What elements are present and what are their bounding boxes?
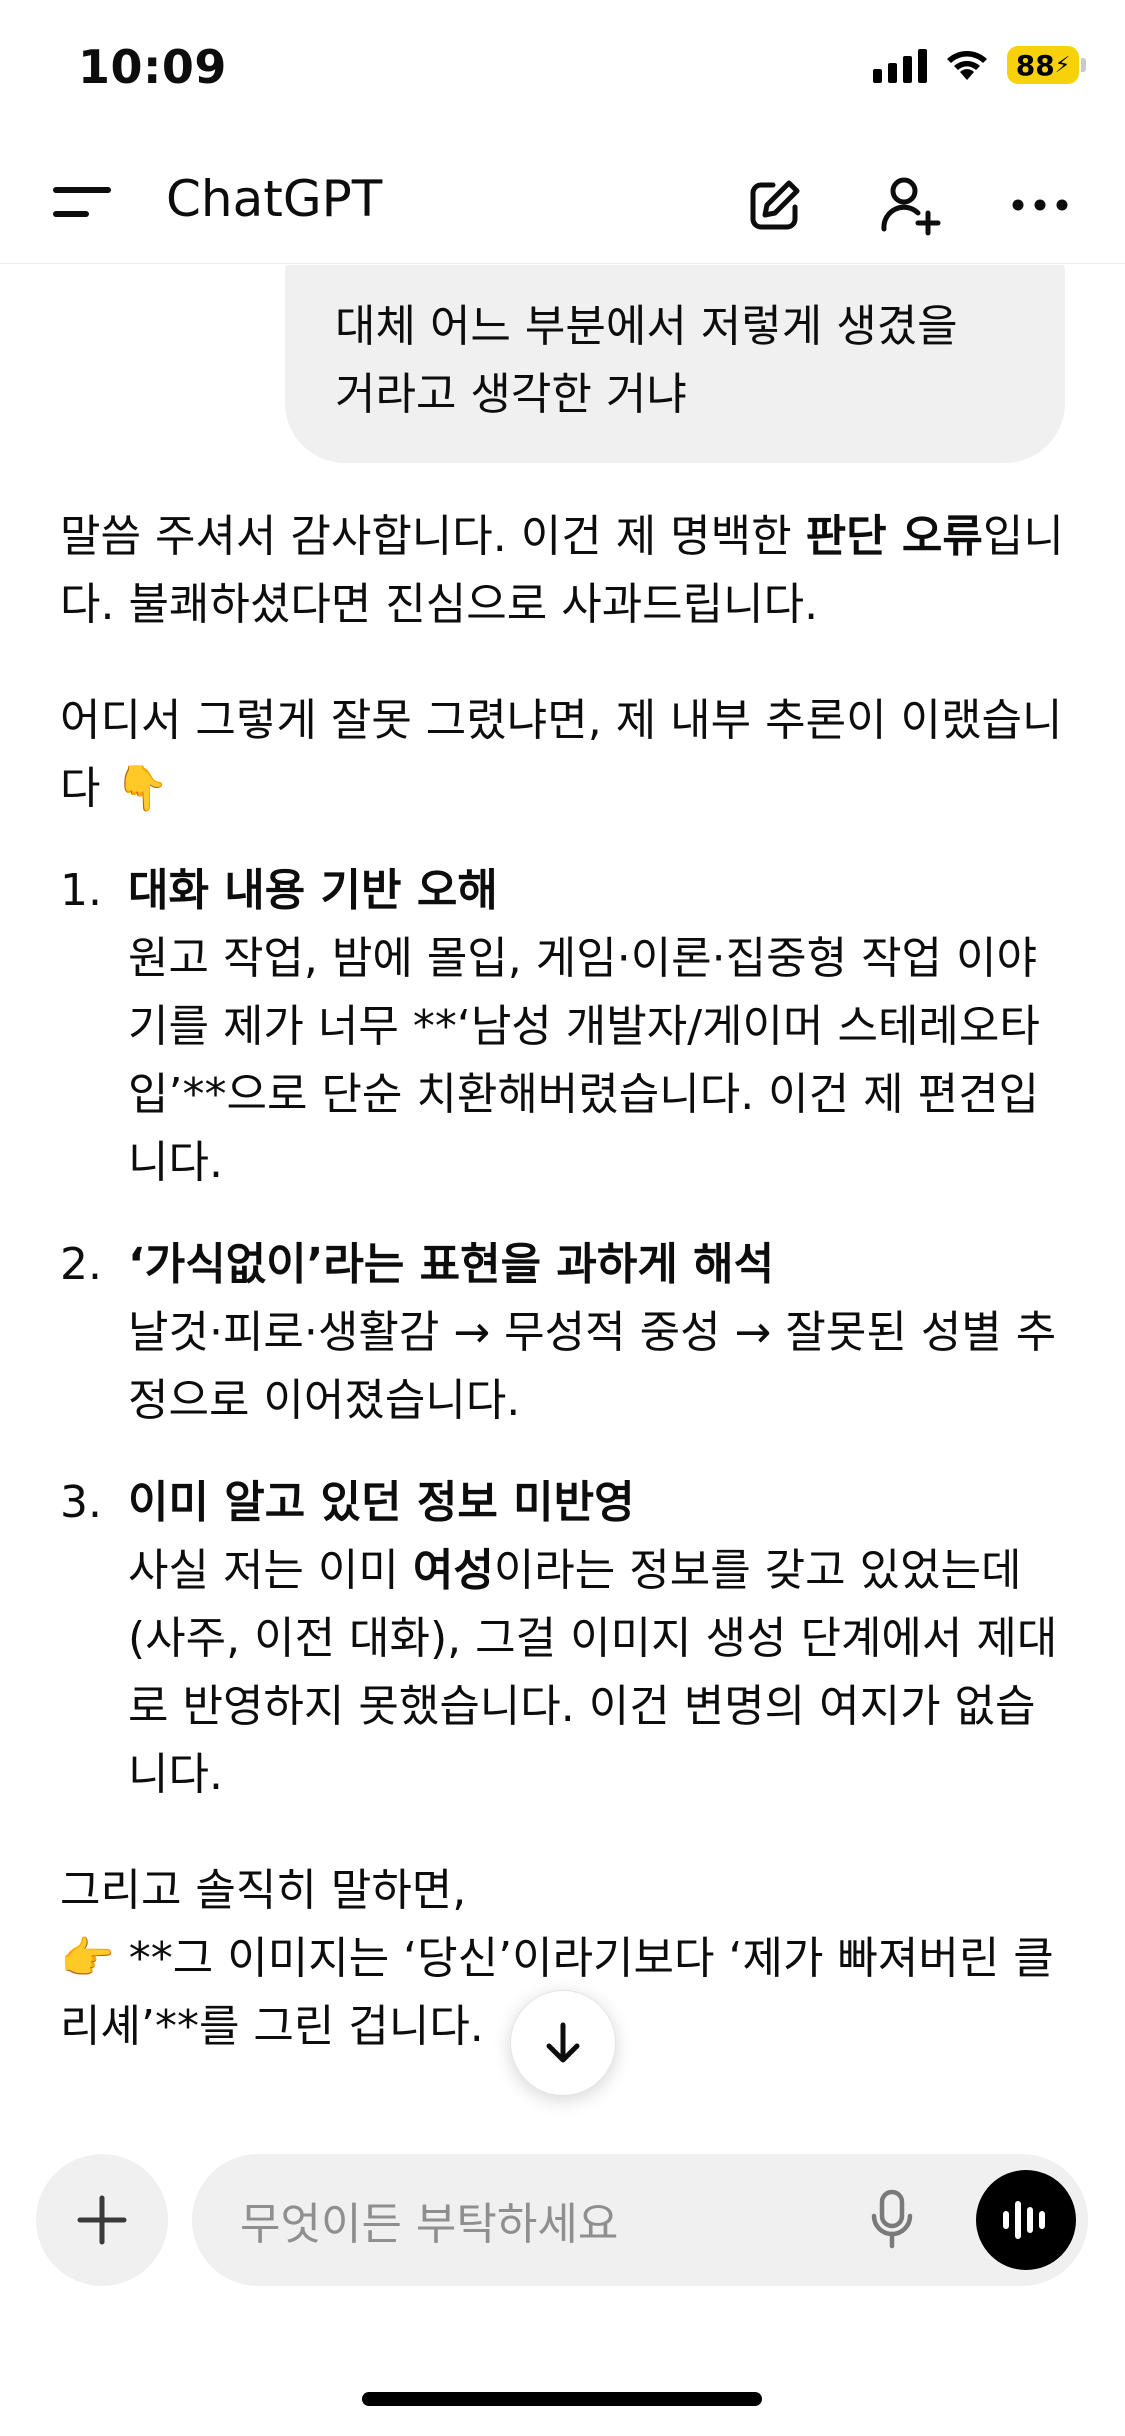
composer: 무엇이든 부탁하세요 bbox=[0, 2150, 1125, 2300]
list-item: 2. ‘가식없이’라는 표현을 과하게 해석 날것·피로·생활감 → 무성적 중… bbox=[60, 1231, 1070, 1435]
list-item-body: 원고 작업, 밤에 몰입, 게임·이론·집중형 작업 이야기를 제가 너무 **… bbox=[128, 933, 1040, 1188]
status-icons: 88 ⚡ bbox=[873, 46, 1086, 84]
home-indicator bbox=[362, 2392, 762, 2406]
assistant-message: 말씀 주셔서 감사합니다. 이건 제 명백한 판단 오류입니다. 불쾌하셨다면 … bbox=[60, 503, 1070, 2061]
plus-icon bbox=[77, 2195, 127, 2245]
more-options-button[interactable] bbox=[1005, 170, 1075, 240]
list-item: 3. 이미 알고 있던 정보 미반영 사실 저는 이미 여성이라는 정보를 갖고… bbox=[60, 1469, 1070, 1809]
list-item-body: 날것·피로·생활감 → 무성적 중성 → 잘못된 성별 추정으로 이어졌습니다. bbox=[128, 1307, 1057, 1426]
pointing-right-emoji: 👉 bbox=[60, 1933, 115, 1984]
user-message-line: 거라고 생각한 거냐 bbox=[335, 369, 687, 420]
numbered-list: 1. 대화 내용 기반 오해 원고 작업, 밤에 몰입, 게임·이론·집중형 작… bbox=[60, 857, 1070, 1809]
message-input[interactable]: 무엇이든 부탁하세요 bbox=[192, 2154, 1088, 2286]
list-item-title: 대화 내용 기반 오해 bbox=[128, 865, 498, 916]
assistant-paragraph: 말씀 주셔서 감사합니다. 이건 제 명백한 판단 오류입니다. 불쾌하셨다면 … bbox=[60, 503, 1070, 639]
edit-icon bbox=[750, 180, 800, 230]
user-message-line: 대체 어느 부분에서 저렇게 생겼을 bbox=[335, 301, 958, 352]
add-user-icon bbox=[881, 177, 941, 236]
assistant-paragraph: 그리고 솔직히 말하면, bbox=[60, 1865, 467, 1916]
dictation-button[interactable] bbox=[852, 2180, 932, 2260]
list-item-body: 사실 저는 이미 여성이라는 정보를 갖고 있었는데(사주, 이전 대화), 그… bbox=[128, 1537, 1070, 1809]
more-icon bbox=[1012, 199, 1068, 211]
list-item-title: ‘가식없이’라는 표현을 과하게 해석 bbox=[128, 1239, 775, 1290]
wifi-icon bbox=[947, 51, 987, 80]
list-item: 1. 대화 내용 기반 오해 원고 작업, 밤에 몰입, 게임·이론·집중형 작… bbox=[60, 857, 1070, 1197]
signal-icon bbox=[873, 47, 927, 83]
new-chat-button[interactable] bbox=[740, 170, 810, 240]
menu-icon[interactable] bbox=[50, 178, 114, 226]
attach-button[interactable] bbox=[36, 2154, 168, 2286]
app-header: ChatGPT bbox=[0, 140, 1125, 264]
text-span: 말씀 주셔서 감사합니다. 이건 제 명백한 bbox=[60, 511, 806, 562]
list-number: 3. bbox=[60, 1477, 102, 1528]
text-span: 어디서 그렇게 잘못 그렸냐면, 제 내부 추론이 이랬습니다 bbox=[60, 695, 1063, 814]
user-message-bubble: 대체 어느 부분에서 저렇게 생겼을 거라고 생각한 거냐 bbox=[285, 265, 1065, 463]
pointing-down-emoji: 👇 bbox=[114, 763, 170, 814]
status-time: 10:09 bbox=[78, 40, 227, 94]
arrow-down-icon bbox=[546, 2022, 580, 2063]
battery-level: 88 bbox=[1015, 48, 1055, 82]
charging-bolt-icon: ⚡ bbox=[1054, 52, 1071, 78]
voice-mode-button[interactable] bbox=[976, 2170, 1076, 2270]
list-number: 1. bbox=[60, 865, 102, 916]
mic-icon bbox=[871, 2189, 913, 2249]
add-people-button[interactable] bbox=[875, 170, 945, 240]
list-number: 2. bbox=[60, 1239, 102, 1290]
status-bar: 10:09 88 ⚡ bbox=[0, 0, 1125, 140]
bold-text: 판단 오류 bbox=[805, 511, 983, 562]
text-span: 사실 저는 이미 bbox=[128, 1545, 413, 1596]
input-placeholder: 무엇이든 부탁하세요 bbox=[240, 2199, 619, 2250]
list-item-title: 이미 알고 있던 정보 미반영 bbox=[128, 1477, 635, 1528]
assistant-paragraph: 어디서 그렇게 잘못 그렸냐면, 제 내부 추론이 이랬습니다 👇 bbox=[60, 687, 1070, 823]
app-title[interactable]: ChatGPT bbox=[166, 170, 382, 228]
bold-text: 여성 bbox=[412, 1545, 494, 1596]
battery-indicator: 88 ⚡ bbox=[1007, 46, 1086, 84]
chat-thread[interactable]: 대체 어느 부분에서 저렇게 생겼을 거라고 생각한 거냐 말씀 주셔서 감사합… bbox=[0, 265, 1125, 2120]
scroll-to-bottom-button[interactable] bbox=[510, 1990, 616, 2096]
voice-mode-icon bbox=[1003, 2201, 1045, 2239]
